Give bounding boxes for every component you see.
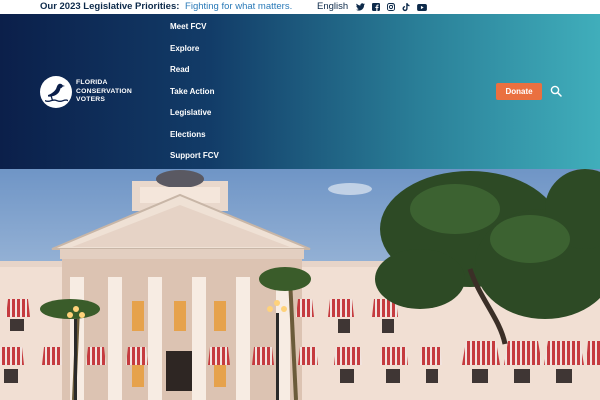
instagram-icon[interactable] <box>387 2 395 12</box>
priorities-link[interactable]: Fighting for what matters. <box>185 1 292 12</box>
twitter-icon[interactable] <box>356 2 365 12</box>
nav-item-explore[interactable]: Explore <box>170 43 219 65</box>
language-selector[interactable]: English <box>317 1 348 13</box>
logo-wordmark: FLORIDA CONSERVATION VOTERS <box>76 79 132 105</box>
nav-item-legislative[interactable]: Legislative <box>170 107 219 129</box>
heron-logo-icon <box>40 76 72 108</box>
youtube-icon[interactable] <box>417 2 427 12</box>
logo-line-1: FLORIDA <box>76 79 108 87</box>
hero-image <box>0 169 600 400</box>
logo-line-3: VOTERS <box>76 96 106 104</box>
facebook-icon[interactable] <box>372 2 380 12</box>
nav-item-meet-fcv[interactable]: Meet FCV <box>170 21 219 43</box>
tiktok-icon[interactable] <box>402 2 410 12</box>
search-icon[interactable] <box>550 84 564 98</box>
main-nav: Meet FCV Explore Read Take Action Legisl… <box>170 21 219 172</box>
fcv-logo[interactable]: FLORIDA CONSERVATION VOTERS <box>40 76 132 108</box>
donate-button[interactable]: Donate <box>496 83 542 100</box>
nav-item-read[interactable]: Read <box>170 64 219 86</box>
priorities-message: Our 2023 Legislative Priorities: Fightin… <box>40 1 292 13</box>
logo-line-2: CONSERVATION <box>76 87 133 95</box>
nav-item-elections[interactable]: Elections <box>170 129 219 151</box>
site-header: FLORIDA CONSERVATION VOTERS Meet FCV Exp… <box>0 14 600 169</box>
priorities-label: Our 2023 Legislative Priorities: <box>40 1 180 12</box>
nav-item-take-action[interactable]: Take Action <box>170 86 219 108</box>
capitol-building-photo <box>0 169 600 400</box>
announcement-bar: Our 2023 Legislative Priorities: Fightin… <box>0 0 600 14</box>
